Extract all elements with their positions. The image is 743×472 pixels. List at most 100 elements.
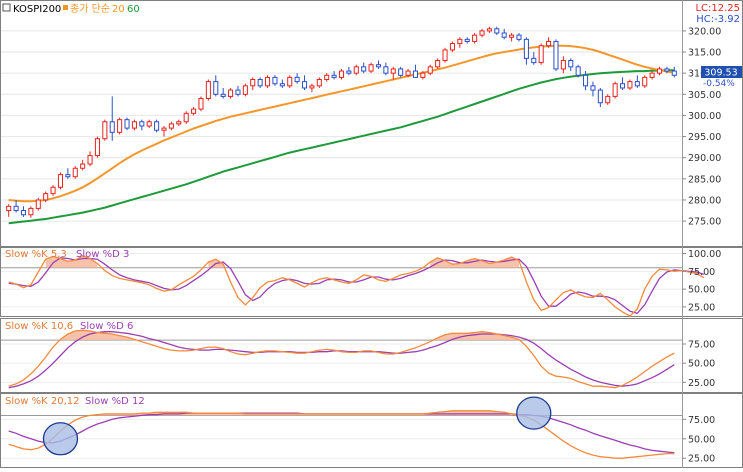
stoch2-k-label: Slow %K 10,6 <box>5 321 73 332</box>
symbol-checkbox[interactable] <box>2 3 11 12</box>
price-tick-label: 280.00 <box>688 195 721 206</box>
price-tick-label: 275.00 <box>688 217 721 228</box>
chart-svg[interactable]: 275.00 280.00 285.00 290.00 295.00 300.00 305.… <box>0 0 743 468</box>
stoch1-d-label: Slow %D 3 <box>76 249 129 260</box>
hc-readout: HC:-3.92 <box>696 14 740 25</box>
candle-body <box>671 70 677 76</box>
candle-body <box>560 59 566 70</box>
candle-body <box>464 38 470 42</box>
price-tick-label: 320.00 <box>688 26 721 37</box>
candle-body <box>117 119 123 133</box>
candle-body <box>575 66 581 76</box>
price-tick-label: 285.00 <box>688 174 721 185</box>
candle-body <box>43 193 49 201</box>
candle-body <box>427 66 433 74</box>
stoch3-k-label: Slow %K 20,12 <box>5 396 79 407</box>
candle-body <box>183 112 189 123</box>
ma-fast-label: 20 <box>112 4 125 15</box>
candle-body <box>619 83 626 89</box>
candle-body <box>590 85 596 91</box>
candle-body <box>449 43 455 51</box>
candle-body <box>523 38 529 59</box>
candle-body <box>279 83 285 87</box>
candle-body <box>109 121 115 133</box>
candle-body <box>405 70 411 76</box>
candle-body <box>57 174 64 188</box>
price-tick-label: 300.00 <box>688 111 721 122</box>
price-tick-label: 305.00 <box>688 90 721 101</box>
ma-label-prefix: 종가 단순 <box>70 3 110 15</box>
candle-body <box>287 76 293 87</box>
candle-body <box>442 49 448 61</box>
candle-body <box>412 70 418 78</box>
candle-body <box>597 89 603 104</box>
candle-body <box>102 121 108 140</box>
candle-body <box>627 81 633 89</box>
candle-body <box>642 76 648 87</box>
candle-body <box>301 81 308 89</box>
stoch2-d-label: Slow %D 6 <box>80 321 133 332</box>
stoch-tick-label: 50.00 <box>688 285 715 296</box>
candle-body <box>368 64 374 72</box>
candle-body <box>294 76 300 83</box>
candle-body <box>583 74 589 87</box>
candle-body <box>479 30 485 36</box>
candle-body <box>205 81 211 100</box>
stoch-tick-label: 25.00 <box>688 378 715 389</box>
candle-body <box>501 32 507 38</box>
candle-body <box>546 40 552 47</box>
symbol-label: KOSPI200 <box>13 4 61 15</box>
candle-body <box>35 199 41 209</box>
candle-body <box>309 85 315 89</box>
candle-body <box>228 89 234 97</box>
ma-slow-label: 60 <box>127 4 140 15</box>
candle-body <box>634 81 640 87</box>
candle-body <box>398 68 404 76</box>
candle-body <box>516 34 522 40</box>
candle-body <box>220 93 226 97</box>
candle-body <box>272 76 278 85</box>
candle-body <box>242 85 248 95</box>
stoch-tick-label: 100.00 <box>688 249 721 260</box>
candle-body <box>20 210 27 216</box>
candle-body <box>65 174 71 178</box>
lc-readout: LC:12.25 <box>695 3 740 14</box>
candle-body <box>338 70 345 78</box>
candle-body <box>161 127 167 131</box>
candle-body <box>28 207 34 216</box>
candle-body <box>568 59 574 68</box>
candle-body <box>375 64 382 68</box>
stoch-tick-label: 25.00 <box>688 302 715 313</box>
candle-body <box>346 70 352 74</box>
candle-body <box>420 72 426 78</box>
stoch-tick-label: 25.00 <box>688 454 715 465</box>
candle-body <box>198 98 204 110</box>
candle-body <box>612 83 618 97</box>
candle-body <box>324 74 330 81</box>
stoch3-d-label: Slow %D 12 <box>85 396 145 407</box>
candle-body <box>235 89 241 95</box>
highlight-circle <box>42 422 79 456</box>
candle-body <box>72 167 78 178</box>
candle-body <box>494 28 500 34</box>
candle-body <box>80 163 86 169</box>
change-percent: -0.54% <box>703 79 735 89</box>
candle-body <box>316 79 322 87</box>
candle-body <box>509 34 515 38</box>
candle-body <box>361 66 367 72</box>
candle-body <box>87 155 93 165</box>
candle-body <box>168 123 174 129</box>
candle-body <box>146 121 152 127</box>
current-price: 309.53 <box>704 68 737 79</box>
candle-body <box>390 68 396 74</box>
candle-body <box>553 40 559 70</box>
candle-body <box>6 205 12 212</box>
candle-body <box>213 81 219 95</box>
candle-body <box>94 138 100 157</box>
stoch1-k-label: Slow %K 5,3 <box>5 249 67 260</box>
candle-body <box>605 95 611 104</box>
candle-body <box>486 28 492 32</box>
candle-body <box>531 57 537 64</box>
chart-window: 275.00 280.00 285.00 290.00 295.00 300.00 305.… <box>0 0 743 468</box>
candle-body <box>50 186 56 195</box>
